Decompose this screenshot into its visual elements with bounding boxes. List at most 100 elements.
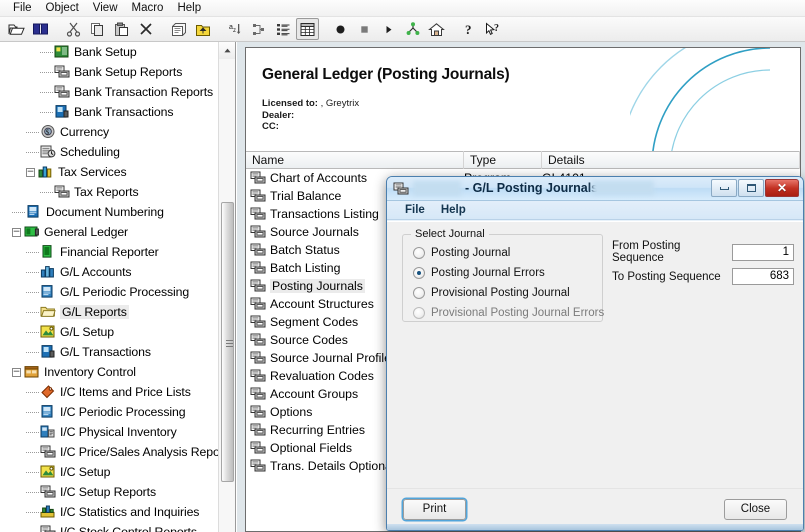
tree-item-tax-reports[interactable]: Tax Reports [0,182,218,202]
column-header-name[interactable]: Name [246,151,464,169]
tree-item-tax-services[interactable]: − Tax Services [0,162,218,182]
tree-item-label: Tax Reports [74,185,139,199]
row-name-label: Batch Status [270,243,340,257]
copy-icon[interactable] [86,18,109,40]
help-question-icon[interactable]: ? [458,18,481,40]
dialog-menu-file[interactable]: File [397,204,433,216]
tree-item-label: General Ledger [44,225,129,239]
context-help-icon[interactable]: ? [482,18,505,40]
items-price-lists-icon [40,384,57,400]
tree-item-i-c-statistics-and-inquiries[interactable]: I/C Statistics and Inquiries [0,502,218,522]
record-dot-icon[interactable] [329,18,352,40]
menu-object[interactable]: Object [39,0,86,16]
dialog-title-bar[interactable]: - G/L Posting Journals ✕ [387,177,803,201]
tree-item-document-numbering[interactable]: Document Numbering [0,202,218,222]
delete-x-icon[interactable] [134,18,157,40]
maximize-icon[interactable] [738,179,764,197]
tree-expander-minus-icon[interactable]: − [26,167,35,177]
tree-item-label: Scheduling [60,145,120,159]
tree-item-g-l-reports[interactable]: G/L Reports [0,302,218,322]
tree-item-bank-transactions[interactable]: Bank Transactions [0,102,218,122]
tree-vertical-scrollbar[interactable] [218,42,235,532]
book-icon[interactable] [29,18,52,40]
tree-item-i-c-items-and-price-lists[interactable]: I/C Items and Price Lists [0,382,218,402]
tree-item-currency[interactable]: $ Currency [0,122,218,142]
menu-view[interactable]: View [86,0,125,16]
row-name-label: Source Codes [270,333,348,347]
document-header: General Ledger (Posting Journals) Licens… [246,48,800,151]
radio-provisional-posting-journal-errors: Provisional Posting Journal Errors [413,307,604,319]
radio-posting-journal[interactable]: Posting Journal [413,247,510,259]
periodic-processing-icon [40,404,57,420]
report-icon [54,64,71,80]
open-folder-icon[interactable] [5,18,28,40]
tree-item-financial-reporter[interactable]: Financial Reporter [0,242,218,262]
small-icons-icon[interactable] [248,18,271,40]
tree-item-bank-setup-reports[interactable]: Bank Setup Reports [0,62,218,82]
dialog-menu-help[interactable]: Help [433,204,474,216]
tree-item-i-c-setup[interactable]: I/C Setup [0,462,218,482]
list-view-icon[interactable] [272,18,295,40]
minimize-icon[interactable] [711,179,737,197]
menu-file[interactable]: File [6,0,39,16]
tree-item-g-l-accounts[interactable]: G/L Accounts [0,262,218,282]
tree-item-i-c-physical-inventory[interactable]: I/C Physical Inventory [0,422,218,442]
tree-item-inventory-control[interactable]: − Inventory Control [0,362,218,382]
navigation-tree-pane[interactable]: Bank Setup Bank Setup Reports Bank Transac… [0,42,236,532]
radio-posting-journal-errors[interactable]: Posting Journal Errors [413,267,545,279]
tree-item-bank-transaction-reports[interactable]: Bank Transaction Reports [0,82,218,102]
tree-connector [26,311,39,313]
column-header-type[interactable]: Type [464,151,542,169]
cut-scissors-icon[interactable] [62,18,85,40]
gl-posting-journals-dialog[interactable]: - G/L Posting Journals ✕ File Help Selec… [386,176,804,531]
tree-item-g-l-setup[interactable]: G/L Setup [0,322,218,342]
sort-az-icon[interactable]: az [224,18,247,40]
properties-icon[interactable] [167,18,190,40]
row-name-label: Source Journal Profiles [270,351,398,365]
tree-connector [40,51,53,53]
tree-item-label: I/C Stock Control Reports [60,525,197,532]
close-icon[interactable]: ✕ [765,179,799,197]
radio-dot-icon [413,307,425,319]
tree-item-i-c-setup-reports[interactable]: I/C Setup Reports [0,482,218,502]
tree-item-general-ledger[interactable]: − General Ledger [0,222,218,242]
to-posting-sequence-input[interactable]: 683 [732,268,794,285]
tree-item-scheduling[interactable]: Scheduling [0,142,218,162]
tree-item-g-l-periodic-processing[interactable]: G/L Periodic Processing [0,282,218,302]
radio-provisional-posting-journal[interactable]: Provisional Posting Journal [413,287,570,299]
column-header-details[interactable]: Details [542,151,800,169]
navigation-tree[interactable]: Bank Setup Bank Setup Reports Bank Transac… [0,42,233,532]
tree-item-label: G/L Transactions [60,345,151,359]
tree-item-i-c-stock-control-reports[interactable]: I/C Stock Control Reports [0,522,218,532]
window-buttons[interactable]: ✕ [711,179,799,197]
tree-item-i-c-periodic-processing[interactable]: I/C Periodic Processing [0,402,218,422]
home-icon[interactable] [425,18,448,40]
report-icon [40,524,57,532]
scroll-up-arrow-icon[interactable] [219,42,235,59]
menu-help[interactable]: Help [170,0,208,16]
tree-item-bank-setup[interactable]: Bank Setup [0,42,218,62]
stop-square-icon[interactable] [353,18,376,40]
menu-macro[interactable]: Macro [125,0,171,16]
scrollbar-thumb[interactable] [221,202,234,482]
row-name-label: Source Journals [270,225,359,239]
paste-icon[interactable] [110,18,133,40]
tree-item-label: Bank Transaction Reports [74,85,214,99]
tree-item-i-c-price-sales-analysis-reports[interactable]: I/C Price/Sales Analysis Reports [0,442,233,462]
tree-item-g-l-transactions[interactable]: G/L Transactions [0,342,218,362]
report-icon [393,182,409,195]
details-grid-icon[interactable] [296,18,319,40]
close-button[interactable]: Close [724,499,787,520]
tree-expander-minus-icon[interactable]: − [12,227,21,237]
tree-expander-minus-icon[interactable]: − [12,367,21,377]
from-posting-sequence-input[interactable]: 1 [732,243,794,261]
up-one-level-icon[interactable] [191,18,214,40]
macro-tree-icon[interactable] [401,18,424,40]
print-button[interactable]: Print [403,499,466,520]
play-triangle-icon[interactable] [377,18,400,40]
